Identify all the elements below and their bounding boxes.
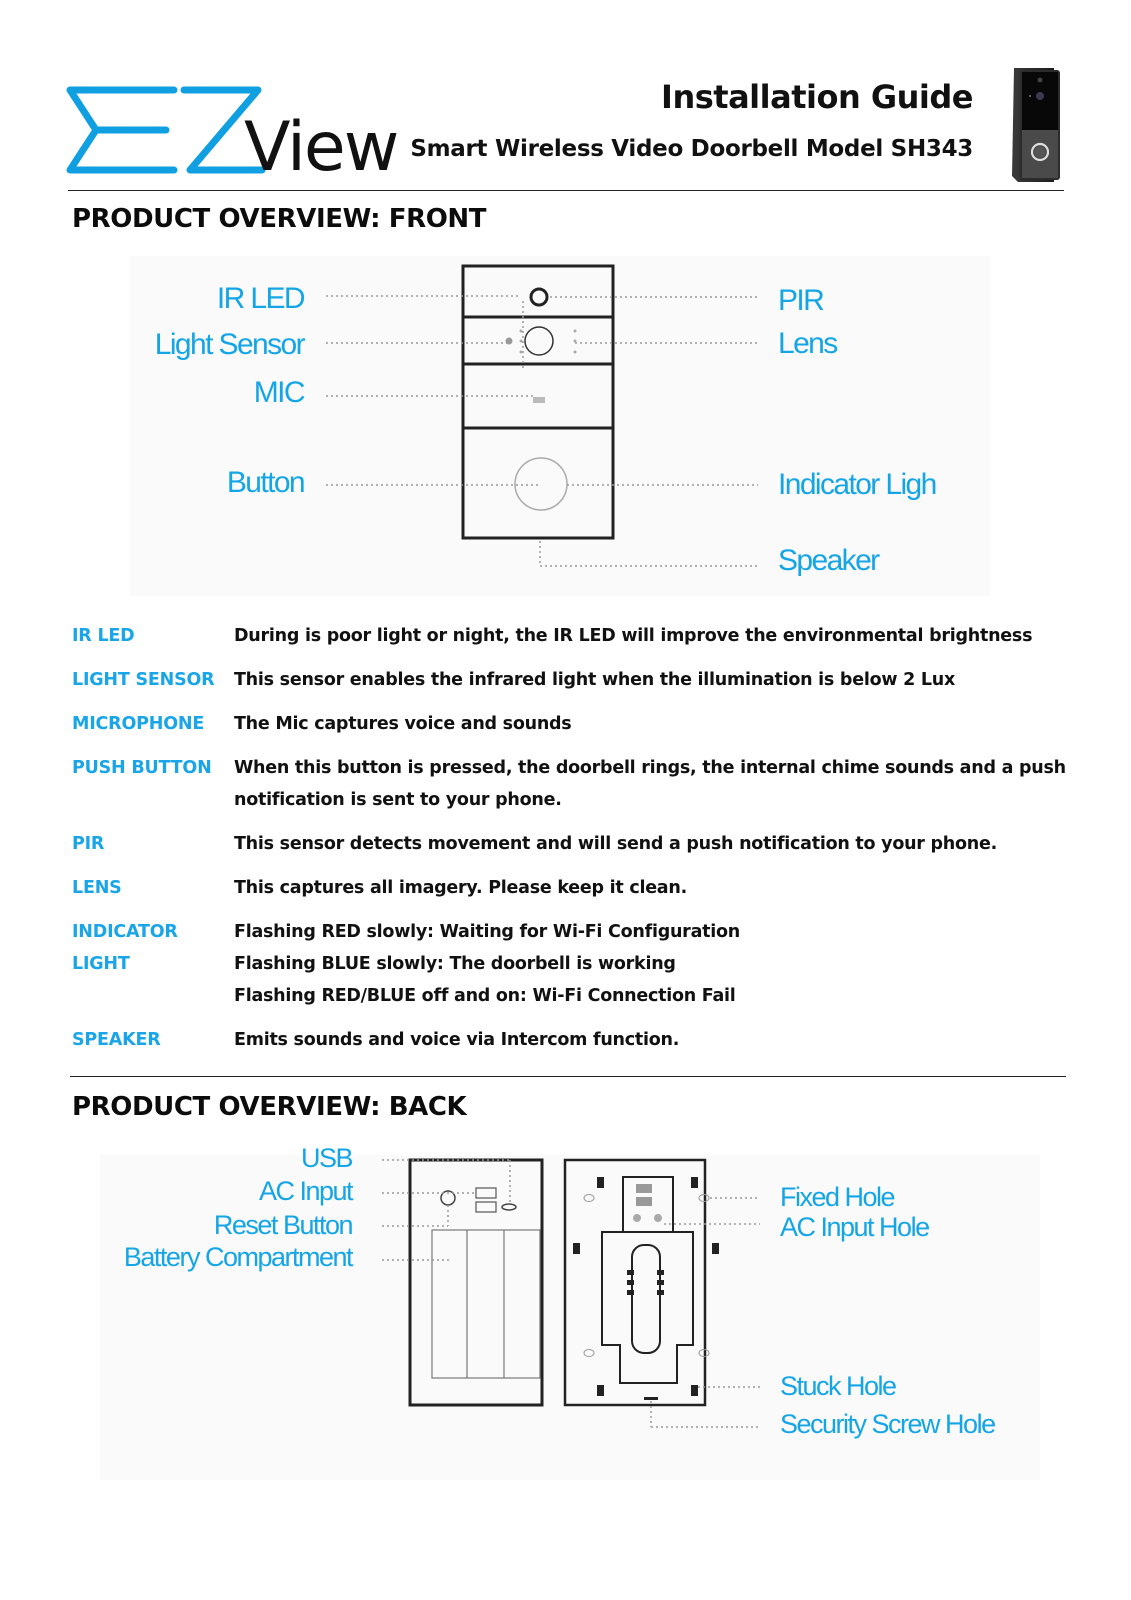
definition-term: PIR: [72, 834, 105, 854]
definition-text: The Mic captures voice and sounds: [234, 714, 572, 734]
definition-row: INDICATOR LIGHT Flashing RED slowly: Wai…: [72, 916, 1072, 1012]
label-lens: Lens: [778, 327, 838, 360]
pir-sensor-shape: [529, 287, 549, 307]
label-ac-input: AC Input: [258, 1176, 354, 1206]
definition-term: MICROPHONE: [72, 714, 205, 734]
definition-text: notification is sent to your phone.: [234, 790, 562, 810]
definition-text: Flashing RED/BLUE off and on: Wi-Fi Conn…: [234, 986, 736, 1006]
label-mic: MIC: [253, 376, 306, 409]
mic-shape: [533, 397, 545, 403]
component-definitions: IR LED During is poor light or night, th…: [72, 620, 1072, 1056]
definition-row: PUSH BUTTON When this button is pressed,…: [72, 752, 1072, 816]
button-shape: [514, 457, 568, 511]
label-usb: USB: [300, 1143, 354, 1173]
label-pir: PIR: [778, 284, 825, 317]
label-battery-compartment: Battery Compartment: [123, 1242, 354, 1272]
definition-row: LENS This captures all imagery. Please k…: [72, 872, 1072, 904]
section-divider: [70, 1076, 1066, 1077]
label-stuck-hole: Stuck Hole: [780, 1371, 897, 1401]
definition-text: When this button is pressed, the doorbel…: [234, 758, 1066, 778]
document-title: Installation Guide: [661, 78, 973, 116]
label-fixed-hole: Fixed Hole: [780, 1182, 896, 1212]
front-diagram: IR LED Light Sensor MIC Button PIR Lens …: [130, 256, 990, 596]
label-ir-led: IR LED: [216, 282, 306, 315]
label-reset-button: Reset Button: [213, 1210, 354, 1240]
definition-text: This captures all imagery. Please keep i…: [234, 878, 687, 898]
definition-text: Emits sounds and voice via Intercom func…: [234, 1030, 680, 1050]
definition-row: PIR This sensor detects movement and wil…: [72, 828, 1072, 860]
section-title-front: PRODUCT OVERVIEW: FRONT: [72, 204, 487, 234]
definition-text: During is poor light or night, the IR LE…: [234, 626, 1033, 646]
definition-term: PUSH BUTTON: [72, 758, 212, 778]
definition-term: LIGHT SENSOR: [72, 670, 215, 690]
header-divider: [68, 190, 1064, 191]
lens-shape: [524, 326, 554, 356]
definition-term: LIGHT: [72, 954, 130, 974]
definition-term: INDICATOR: [72, 922, 178, 942]
definition-text: Flashing RED slowly: Waiting for Wi-Fi C…: [234, 922, 740, 942]
label-light-sensor: Light Sensor: [154, 328, 306, 361]
document-subtitle: Smart Wireless Video Doorbell Model SH34…: [410, 136, 973, 162]
usb-port-shape: [475, 1187, 497, 1199]
back-diagram: USB AC Input Reset Button Battery Compar…: [100, 1145, 1040, 1480]
label-speaker: Speaker: [778, 544, 880, 577]
definition-row: IR LED During is poor light or night, th…: [72, 620, 1072, 652]
definition-row: LIGHT SENSOR This sensor enables the inf…: [72, 664, 1072, 696]
definition-row: MICROPHONE The Mic captures voice and so…: [72, 708, 1072, 740]
definition-term: LENS: [72, 878, 122, 898]
label-button: Button: [226, 466, 306, 499]
doorbell-photo: [1012, 68, 1060, 182]
definition-text: This sensor detects movement and will se…: [234, 834, 998, 854]
section-title-back: PRODUCT OVERVIEW: BACK: [72, 1092, 467, 1122]
logo-e-shape: [66, 86, 178, 174]
definition-term: SPEAKER: [72, 1030, 161, 1050]
definition-text: This sensor enables the infrared light w…: [234, 670, 956, 690]
label-indicator-light: Indicator Ligh: [778, 468, 937, 501]
ac-input-shape: [475, 1201, 497, 1213]
definition-row: SPEAKER Emits sounds and voice via Inter…: [72, 1024, 1072, 1056]
battery-compartment-shape: [431, 1229, 541, 1379]
logo-view-text: View: [244, 108, 397, 176]
label-security-screw-hole: Security Screw Hole: [780, 1409, 996, 1439]
ezview-logo: View: [66, 86, 399, 176]
mount-plate-outline: [563, 1158, 707, 1407]
label-ac-input-hole: AC Input Hole: [780, 1212, 930, 1242]
definition-term: IR LED: [72, 626, 135, 646]
definition-text: Flashing BLUE slowly: The doorbell is wo…: [234, 954, 676, 974]
